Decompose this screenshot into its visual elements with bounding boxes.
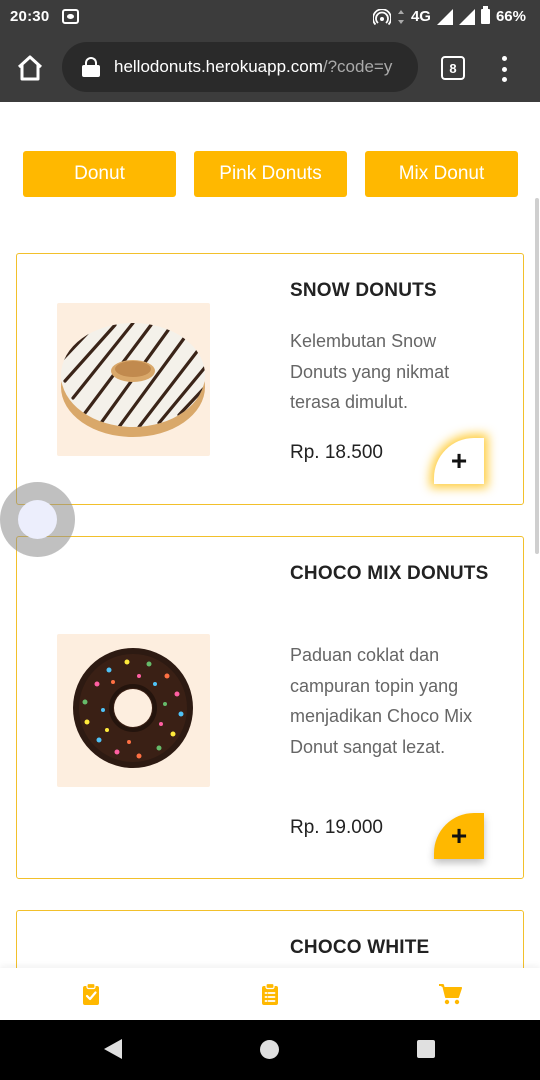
product-name: CHOCO MIX DONUTS xyxy=(290,563,489,584)
back-icon[interactable] xyxy=(104,1039,122,1059)
system-nav-bar xyxy=(0,1020,540,1080)
status-indicators: 4G 66% xyxy=(372,6,526,25)
tab-count: 8 xyxy=(449,60,457,76)
category-button-donut[interactable]: Donut xyxy=(23,151,176,197)
product-image-choco-mix-donut xyxy=(57,634,210,787)
signal-icon xyxy=(436,8,453,25)
notification-icon xyxy=(62,9,79,24)
product-card: CHOCO MIX DONUTS Paduan coklat dan campu… xyxy=(16,536,524,879)
recents-icon[interactable] xyxy=(417,1040,435,1058)
tab-switcher-button[interactable]: 8 xyxy=(441,56,465,80)
bottom-nav xyxy=(0,968,540,1020)
cart-icon[interactable] xyxy=(438,982,462,1006)
home-circle-icon[interactable] xyxy=(260,1040,279,1059)
category-button-mix-donut[interactable]: Mix Donut xyxy=(365,151,518,197)
product-price: Rp. 19.000 xyxy=(290,817,383,838)
status-bar: 20:30 4G 66% xyxy=(0,0,540,34)
status-time: 20:30 xyxy=(10,8,50,25)
overflow-menu-icon[interactable] xyxy=(498,54,510,84)
network-type: 4G xyxy=(410,8,431,25)
category-button-pink-donuts[interactable]: Pink Donuts xyxy=(194,151,347,197)
product-name: SNOW DONUTS xyxy=(290,280,437,301)
battery-icon xyxy=(480,6,490,24)
address-bar[interactable]: hellodonuts.herokuapp.com/?code=y xyxy=(62,42,418,92)
browser-toolbar: hellodonuts.herokuapp.com/?code=y 8 xyxy=(0,34,540,102)
product-card: CHOCO WHITE xyxy=(16,910,524,968)
product-description: Paduan coklat dan campuran topin yang me… xyxy=(290,645,473,757)
scrollbar[interactable] xyxy=(535,198,539,554)
product-card: SNOW DONUTS Kelembutan Snow Donuts yang … xyxy=(16,253,524,505)
battery-level: 66% xyxy=(495,8,526,25)
clipboard-list-icon[interactable] xyxy=(258,982,282,1006)
home-icon[interactable] xyxy=(14,52,46,84)
url-path: /?code=y xyxy=(322,57,393,76)
product-price: Rp. 18.500 xyxy=(290,442,383,463)
url-host: hellodonuts.herokuapp.com xyxy=(114,57,323,76)
clipboard-check-icon[interactable] xyxy=(79,982,103,1006)
touch-indicator xyxy=(0,482,75,557)
lock-icon xyxy=(82,57,100,77)
signal-icon-2 xyxy=(458,8,475,25)
product-name: CHOCO WHITE xyxy=(290,937,430,958)
data-arrows-icon xyxy=(397,9,404,24)
url-text: hellodonuts.herokuapp.com/?code=y xyxy=(114,57,392,77)
plus-icon: + xyxy=(450,445,468,476)
hotspot-icon xyxy=(372,8,391,25)
page-content: Donut Pink Donuts Mix Donut SNOW DONUTS … xyxy=(0,102,540,968)
add-to-cart-button[interactable]: + xyxy=(434,438,484,484)
product-image-snow-donut xyxy=(57,303,210,456)
add-to-cart-button[interactable]: + xyxy=(434,813,484,859)
product-description: Kelembutan Snow Donuts yang nikmat teras… xyxy=(290,331,450,412)
plus-icon: + xyxy=(450,820,468,851)
